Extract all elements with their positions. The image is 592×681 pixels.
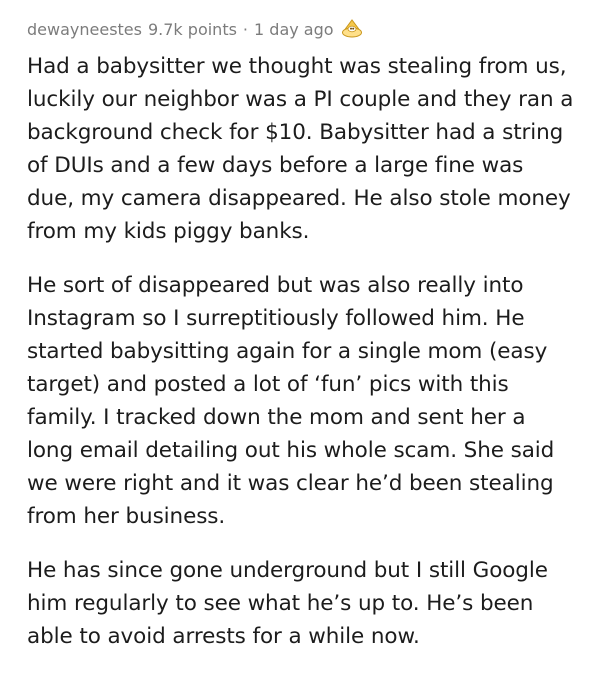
gold-award-icon[interactable] (340, 17, 364, 41)
comment-paragraph-2: He sort of disappeared but was also real… (27, 273, 555, 529)
comment-paragraph-1: Had a babysitter we thought was stealing… (27, 54, 574, 244)
comment: dewayneestes 9.7k points · 1 day ago Had… (27, 14, 575, 653)
comment-author[interactable]: dewayneestes (27, 20, 142, 39)
comment-body: Had a babysitter we thought was stealing… (27, 50, 575, 653)
award-graphic (341, 19, 362, 38)
comment-paragraph-3: He has since gone underground but I stil… (27, 558, 548, 649)
comment-points: 9.7k points (147, 19, 237, 39)
comment-timestamp: 1 day ago (254, 19, 334, 39)
meta-separator: · (242, 19, 249, 39)
comment-meta: dewayneestes 9.7k points · 1 day ago (27, 14, 575, 44)
